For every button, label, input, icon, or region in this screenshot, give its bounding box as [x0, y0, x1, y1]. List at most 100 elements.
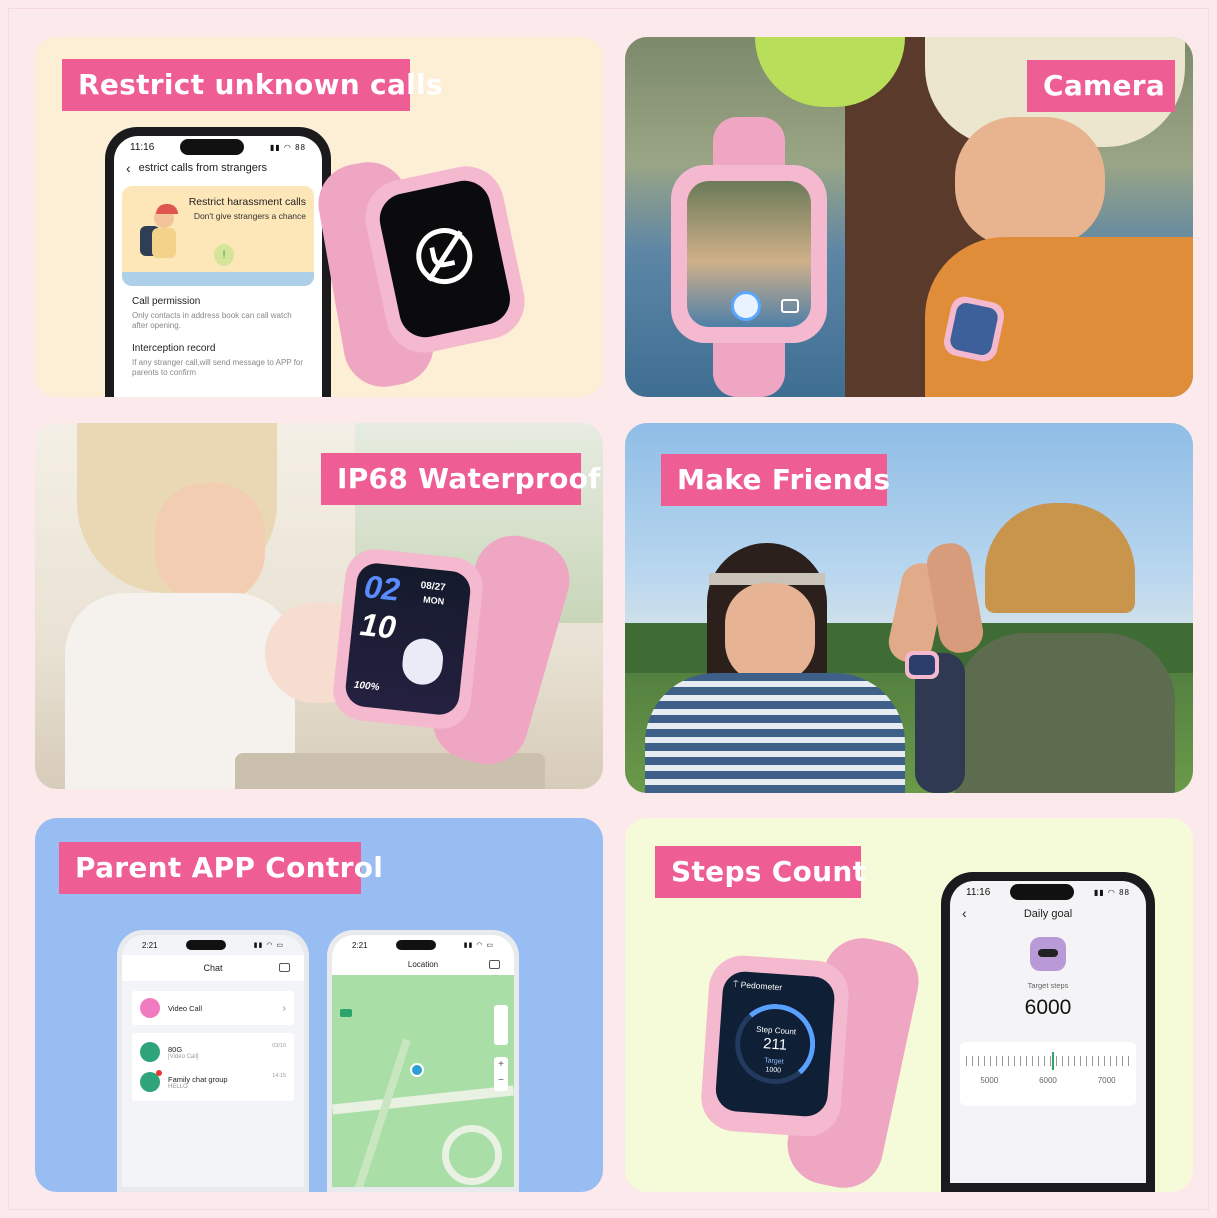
dynamic-island	[185, 940, 226, 950]
tag-parent-control: Parent APP Control	[59, 842, 383, 894]
location-pin-icon[interactable]	[410, 1063, 424, 1077]
message-icon[interactable]	[489, 960, 500, 969]
photo-boy-vest	[955, 633, 1175, 793]
signal-icon: ▮▮ ◠ 88	[269, 142, 306, 152]
video-call-item[interactable]: Video Call ›	[132, 991, 294, 1025]
phone-screen: 11:16 ▮▮ ◠ 88 ‹ estrict calls from stran…	[114, 136, 322, 397]
chevron-right-icon: ›	[282, 1002, 286, 1014]
status-time: 2:21	[142, 940, 158, 950]
banner-subtitle: Don't give strangers a chance	[193, 211, 306, 221]
chat-title: Chat	[203, 963, 223, 973]
robot-avatar-icon	[140, 1042, 160, 1062]
panel-parent-control: 2:21 ▮▮ ◠ ▭ Chat Video Call › 80G [Video…	[35, 818, 603, 1192]
map-tools[interactable]	[494, 1005, 508, 1045]
status-bar: 2:21 ▮▮ ◠ ▭	[332, 935, 514, 955]
photo-girl-face	[725, 583, 815, 683]
map-view[interactable]: + −	[332, 975, 514, 1187]
status-bar: 2:21 ▮▮ ◠ ▭	[122, 935, 304, 955]
phone-daily-goal: 11:16 ▮▮ ◠ 88 ‹ Daily goal Target steps …	[941, 872, 1155, 1192]
panel-steps-count: 11:16 ▮▮ ◠ 88 ‹ Daily goal Target steps …	[625, 818, 1193, 1192]
tick-label: 6000	[1039, 1076, 1057, 1085]
status-time: 11:16	[130, 141, 155, 153]
alert-icon: !	[214, 244, 234, 266]
group-avatar-icon	[140, 1070, 162, 1092]
chat-item-sub: HELLO	[168, 1083, 188, 1090]
permission-desc: Only contacts in address book can call w…	[132, 311, 292, 330]
banner-title: Restrict harassment calls	[188, 196, 306, 208]
signal-icon: ▮▮ ◠ 88	[1093, 887, 1130, 897]
screen-header: estrict calls from strangers	[138, 162, 268, 174]
chat-item-sub: [Video Call]	[168, 1053, 199, 1060]
dynamic-island	[1010, 884, 1075, 900]
status-time: 11:16	[966, 886, 991, 898]
chat-item-name: Family chat group	[168, 1074, 228, 1084]
watch-day: MON	[422, 594, 445, 607]
shutter-button[interactable]	[731, 291, 761, 321]
blocked-call-icon	[411, 222, 478, 290]
astronaut-illustration	[400, 636, 446, 687]
tag-restrict-calls: Restrict unknown calls	[62, 59, 443, 111]
watch-date: 08/27	[420, 580, 447, 594]
interception-desc: If any stranger call,will send message t…	[132, 358, 304, 377]
panel-camera: Camera	[625, 37, 1193, 397]
pedometer-app-label: ⍑ Pedometer	[732, 978, 783, 993]
photo-boy-hat	[985, 503, 1135, 613]
photo-boy-face	[955, 117, 1105, 247]
location-title: Location	[407, 960, 439, 969]
step-goal-slider[interactable]: 5000 6000 7000	[960, 1042, 1136, 1106]
watch-battery: 100%	[353, 679, 380, 694]
tag-camera: Camera	[1027, 60, 1175, 112]
map-road	[341, 1038, 411, 1187]
wrist-watch	[905, 651, 939, 679]
chat-item-family[interactable]: Family chat group HELLO 14:15	[132, 1067, 294, 1097]
warning-banner: Restrict harassment calls Don't give str…	[122, 186, 314, 286]
watch-face	[374, 175, 515, 343]
watch-case: ⍑ Pedometer Step Count 211 Target 1000	[699, 953, 851, 1139]
gallery-icon[interactable]	[781, 299, 799, 313]
interception-title: Interception record	[132, 343, 216, 354]
signal-icon: ▮▮ ◠ ▭	[463, 942, 494, 949]
tag-waterproof: IP68 Waterproof	[321, 453, 600, 505]
map-road	[332, 1085, 514, 1115]
target-steps-label: Target steps	[1027, 981, 1069, 990]
back-arrow-icon[interactable]: ‹	[126, 160, 131, 176]
status-bar: 11:16 ▮▮ ◠ 88	[114, 136, 322, 158]
tag-steps-count: Steps Count	[655, 846, 866, 898]
battery-chip	[340, 1009, 352, 1017]
video-call-icon	[140, 998, 160, 1018]
chat-item-time: 03/10	[272, 1043, 286, 1049]
chat-item-80g[interactable]: 80G [Video Call] 03/10	[132, 1037, 294, 1067]
video-call-label: Video Call	[168, 1003, 203, 1013]
tick-label: 7000	[1097, 1076, 1116, 1085]
slider-marker[interactable]	[1052, 1052, 1054, 1070]
message-icon[interactable]	[279, 963, 290, 972]
status-bar: 11:16 ▮▮ ◠ 88	[950, 881, 1146, 903]
chat-item-time: 14:15	[272, 1073, 286, 1079]
watch-minute: 10	[358, 606, 398, 646]
photo-girl-shirt	[645, 673, 905, 793]
status-time: 2:21	[352, 940, 368, 950]
watch-face: 02 10 08/27 MON 100%	[343, 561, 473, 717]
mascot-illustration	[1030, 937, 1066, 971]
signal-icon: ▮▮ ◠ ▭	[253, 942, 284, 949]
watch-face: ⍑ Pedometer Step Count 211 Target 1000	[714, 970, 836, 1118]
phone-location: 2:21 ▮▮ ◠ ▭ Location + −	[327, 930, 519, 1192]
chat-item-name: 80G	[168, 1044, 183, 1054]
photo-girl-face	[155, 483, 265, 603]
water-illustration	[122, 272, 314, 286]
watch-face	[687, 181, 811, 327]
dynamic-island	[395, 940, 436, 950]
permission-title: Call permission	[132, 296, 201, 307]
panel-restrict-calls: 11:16 ▮▮ ◠ 88 ‹ estrict calls from stran…	[35, 37, 603, 397]
zoom-controls[interactable]: + −	[494, 1057, 508, 1091]
panel-waterproof: 02 10 08/27 MON 100% IP68 Waterproof	[35, 423, 603, 789]
dynamic-island	[180, 139, 245, 155]
back-arrow-icon[interactable]: ‹	[962, 905, 967, 921]
panel-make-friends: Make Friends	[625, 423, 1193, 793]
slider-ticks	[966, 1056, 1130, 1066]
phone-mockup: 11:16 ▮▮ ◠ 88 ‹ estrict calls from stran…	[105, 127, 331, 397]
target-steps-value: 6000	[1024, 996, 1072, 1019]
map-road	[442, 1125, 502, 1185]
tag-make-friends: Make Friends	[661, 454, 890, 506]
watch-case: 02 10 08/27 MON 100%	[330, 546, 486, 732]
